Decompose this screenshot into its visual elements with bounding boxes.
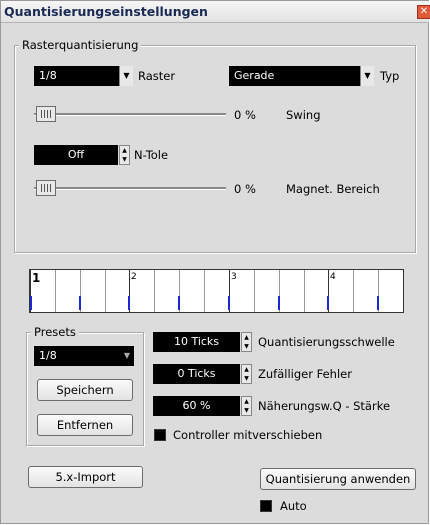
save-preset-button[interactable]: Speichern — [37, 379, 133, 401]
type-select[interactable]: Gerade ▼ — [229, 66, 374, 86]
chevron-down-icon[interactable]: ▼ — [120, 346, 134, 366]
raster-value: 1/8 — [39, 69, 57, 82]
preset-select[interactable]: 1/8 ▼ — [34, 346, 134, 366]
random-error-label: Zufälliger Fehler — [258, 367, 352, 381]
grid-beat-line — [254, 270, 255, 312]
raster-select[interactable]: 1/8 ▼ — [34, 66, 133, 86]
swing-label: Swing — [286, 108, 321, 122]
grid-bar-number: 1 — [32, 271, 41, 285]
controller-checkbox[interactable] — [154, 429, 166, 441]
ntole-value: Off — [67, 148, 85, 161]
raster-label: Raster — [138, 69, 176, 83]
grid-quantize-marker — [128, 296, 130, 310]
stepper-arrows-icon[interactable]: ▲ ▼ — [119, 145, 130, 165]
grid-beat-line — [55, 270, 56, 312]
type-value: Gerade — [234, 69, 275, 82]
remove-preset-button[interactable]: Entfernen — [37, 414, 133, 436]
type-label: Typ — [380, 69, 400, 83]
grid-quantize-marker — [178, 296, 180, 310]
quantize-grid-preview: 1 2 3 4 — [29, 269, 404, 313]
auto-label: Auto — [280, 499, 307, 513]
auto-checkbox[interactable] — [260, 500, 272, 512]
magnet-value: 0 % — [234, 182, 256, 196]
threshold-label: Quantisierungsschwelle — [258, 335, 395, 349]
swing-slider[interactable] — [34, 104, 226, 124]
random-error-stepper[interactable]: 0 Ticks ▲ ▼ — [153, 364, 252, 384]
grid-bar-number: 4 — [330, 272, 336, 282]
preset-value: 1/8 — [39, 349, 57, 362]
grid-quantize-marker — [228, 296, 230, 310]
magnet-label: Magnet. Bereich — [286, 182, 380, 196]
swing-value: 0 % — [234, 108, 256, 122]
strength-value: 60 % — [182, 399, 211, 412]
grid-quantize-marker — [30, 296, 32, 310]
grid-beat-line — [204, 270, 205, 312]
stepper-arrows-icon[interactable]: ▲ ▼ — [241, 396, 252, 416]
ntole-label: N-Tole — [134, 148, 169, 162]
title-bar[interactable]: Quantisierungseinstellungen ✕ — [1, 1, 430, 23]
window-title: Quantisierungseinstellungen — [4, 4, 208, 19]
threshold-stepper[interactable]: 10 Ticks ▲ ▼ — [153, 332, 252, 352]
import-5x-button[interactable]: 5.x-Import — [28, 466, 143, 488]
magnet-slider-thumb[interactable] — [36, 180, 56, 196]
close-icon[interactable]: ✕ — [417, 5, 430, 19]
quantize-settings-window: Quantisierungseinstellungen ✕ Rasterquan… — [0, 0, 430, 524]
controller-label: Controller mitverschieben — [173, 428, 323, 442]
grid-bar-number: 3 — [231, 272, 237, 282]
swing-slider-thumb[interactable] — [36, 106, 56, 122]
presets-group-label: Presets — [31, 325, 79, 339]
grid-beat-line — [105, 270, 106, 312]
grid-quantize-marker — [377, 296, 379, 310]
chevron-down-icon[interactable]: ▼ — [360, 66, 374, 86]
raster-group-label: Rasterquantisierung — [19, 38, 142, 52]
magnet-slider[interactable] — [34, 178, 226, 198]
threshold-value: 10 Ticks — [173, 335, 220, 348]
grid-bar-number: 2 — [131, 272, 137, 282]
grid-quantize-marker — [278, 296, 280, 310]
grid-beat-line — [154, 270, 155, 312]
chevron-down-icon[interactable]: ▼ — [119, 66, 133, 86]
random-error-value: 0 Ticks — [177, 367, 216, 380]
ntole-stepper[interactable]: Off ▲ ▼ — [34, 145, 130, 165]
grid-beat-line — [304, 270, 305, 312]
strength-label: Näherungsw.Q - Stärke — [258, 399, 391, 413]
grid-quantize-marker — [79, 296, 81, 310]
grid-beat-line — [353, 270, 354, 312]
grid-quantize-marker — [327, 296, 329, 310]
strength-stepper[interactable]: 60 % ▲ ▼ — [153, 396, 252, 416]
stepper-arrows-icon[interactable]: ▲ ▼ — [241, 332, 252, 352]
stepper-arrows-icon[interactable]: ▲ ▼ — [241, 364, 252, 384]
apply-quantize-button[interactable]: Quantisierung anwenden — [260, 468, 416, 490]
